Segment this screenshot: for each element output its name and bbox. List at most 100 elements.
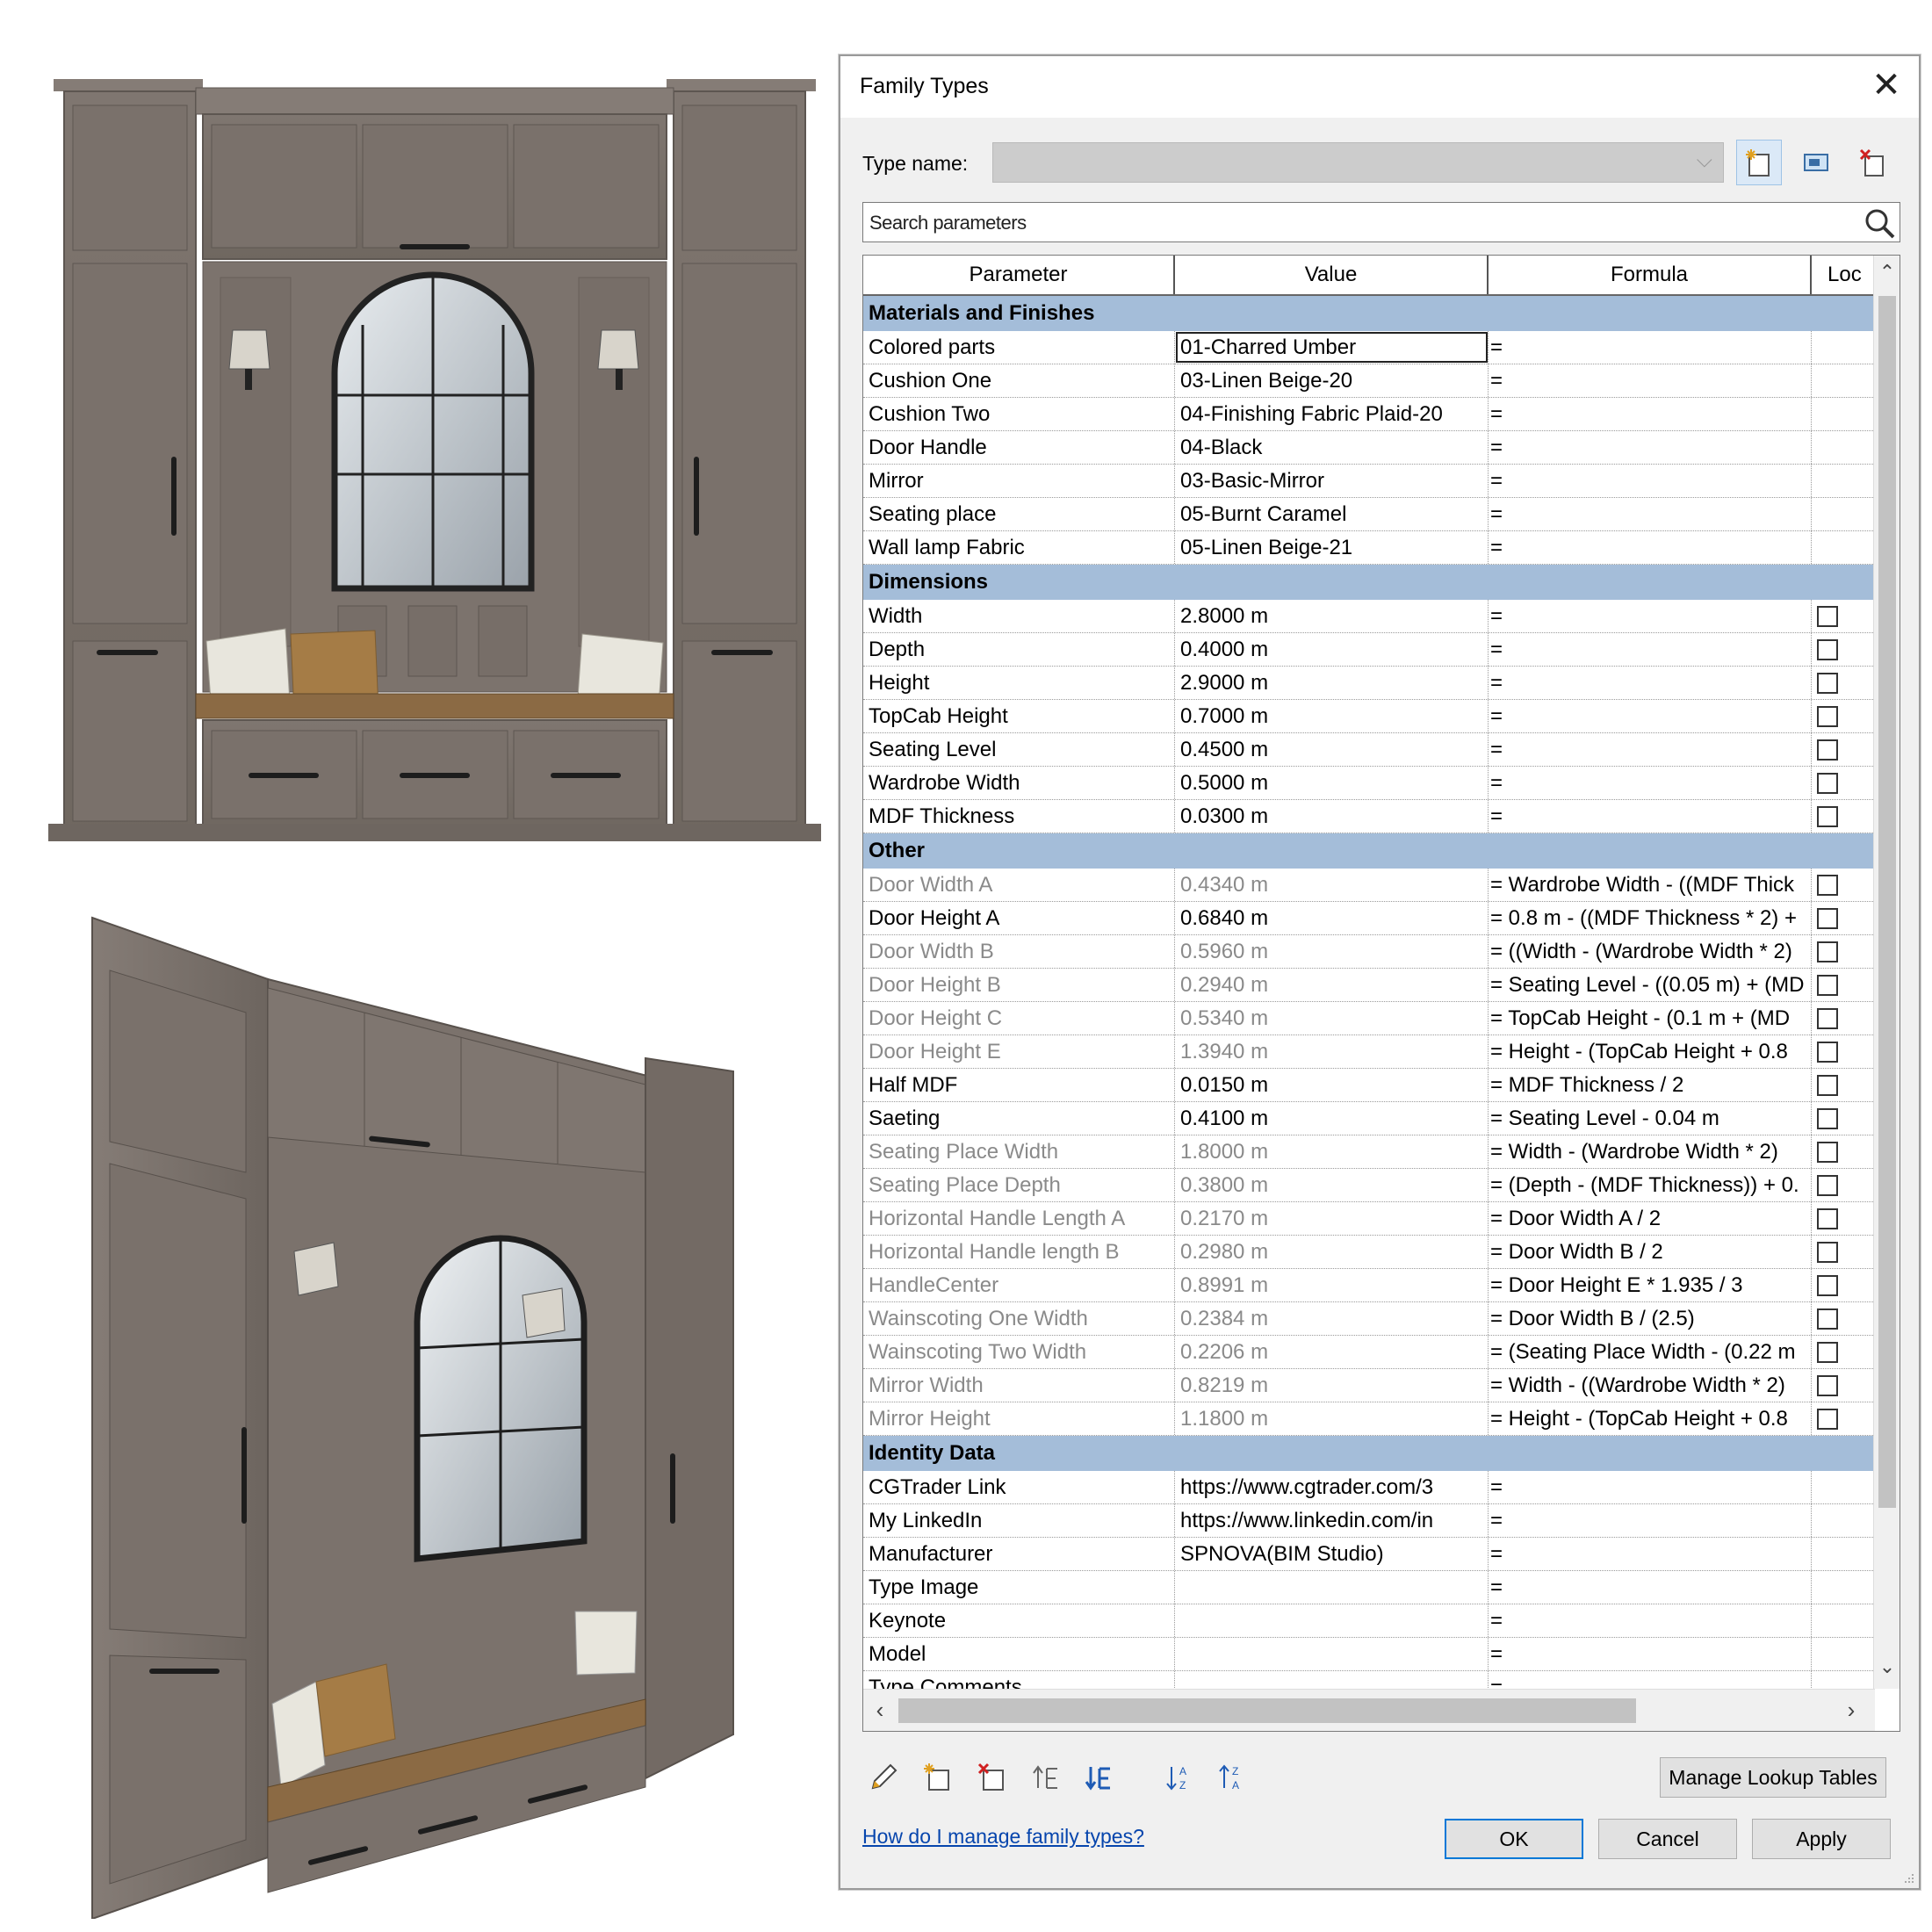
- parameter-formula[interactable]: = Door Height E * 1.935 / 3: [1489, 1269, 1812, 1301]
- new-type-icon[interactable]: [1736, 140, 1782, 185]
- parameter-value[interactable]: 0.4100 m: [1175, 1102, 1489, 1135]
- sort-ascending-icon[interactable]: AZ: [1159, 1756, 1201, 1799]
- lock-checkbox[interactable]: [1817, 1409, 1838, 1430]
- parameter-value[interactable]: 1.1800 m: [1175, 1402, 1489, 1435]
- parameter-formula[interactable]: =: [1489, 1638, 1812, 1670]
- parameter-value[interactable]: 0.4000 m: [1175, 633, 1489, 666]
- section-header[interactable]: Materials and Finishes: [863, 296, 1875, 331]
- parameter-row[interactable]: Wardrobe Width 0.5000 m =: [863, 767, 1875, 800]
- lock-checkbox[interactable]: [1817, 875, 1838, 896]
- parameter-row[interactable]: Seating Place Depth 0.3800 m = (Depth - (M…: [863, 1169, 1875, 1202]
- lock-checkbox[interactable]: [1817, 1375, 1838, 1396]
- parameter-value[interactable]: 0.6840 m: [1175, 902, 1489, 934]
- parameter-value[interactable]: 0.5000 m: [1175, 767, 1489, 799]
- parameter-row[interactable]: HandleCenter 0.8991 m = Door Height E * 1.…: [863, 1269, 1875, 1302]
- parameter-row[interactable]: Width 2.8000 m =: [863, 600, 1875, 633]
- parameter-value[interactable]: 0.5960 m: [1175, 935, 1489, 968]
- parameter-row[interactable]: My LinkedIn https://www.linkedin.com/in =: [863, 1504, 1875, 1538]
- scroll-right-icon[interactable]: ›: [1838, 1697, 1864, 1723]
- parameter-formula[interactable]: = MDF Thickness / 2: [1489, 1069, 1812, 1101]
- parameter-row[interactable]: Horizontal Handle length B 0.2980 m = Door…: [863, 1236, 1875, 1269]
- parameter-formula[interactable]: =: [1489, 800, 1812, 833]
- parameter-value[interactable]: 0.2170 m: [1175, 1202, 1489, 1235]
- parameter-value[interactable]: 0.8991 m: [1175, 1269, 1489, 1301]
- parameter-row[interactable]: Door Height A 0.6840 m = 0.8 m - ((MDF Thi…: [863, 902, 1875, 935]
- close-icon[interactable]: ✕: [1866, 65, 1907, 105]
- parameter-formula[interactable]: = (Seating Place Width - (0.22 m: [1489, 1336, 1812, 1368]
- lock-checkbox[interactable]: [1817, 908, 1838, 929]
- help-link[interactable]: How do I manage family types?: [862, 1825, 1144, 1849]
- parameter-value[interactable]: 0.7000 m: [1175, 700, 1489, 732]
- parameter-row[interactable]: Manufacturer SPNOVA(BIM Studio) =: [863, 1538, 1875, 1571]
- parameter-formula[interactable]: = Door Width A / 2: [1489, 1202, 1812, 1235]
- parameter-row[interactable]: Door Height C 0.5340 m = TopCab Height - (…: [863, 1002, 1875, 1035]
- parameter-formula[interactable]: = Seating Level - ((0.05 m) + (MD: [1489, 969, 1812, 1001]
- parameter-value[interactable]: 0.2980 m: [1175, 1236, 1489, 1268]
- parameter-formula[interactable]: = (Depth - (MDF Thickness)) + 0.: [1489, 1169, 1812, 1201]
- parameter-value[interactable]: 1.3940 m: [1175, 1035, 1489, 1068]
- parameter-formula[interactable]: = Height - (TopCab Height + 0.8: [1489, 1035, 1812, 1068]
- vertical-scroll-thumb[interactable]: [1878, 296, 1896, 1508]
- parameter-value[interactable]: 05-Burnt Caramel: [1175, 498, 1489, 530]
- parameter-row[interactable]: Height 2.9000 m =: [863, 667, 1875, 700]
- lock-checkbox[interactable]: [1817, 1108, 1838, 1129]
- lock-checkbox[interactable]: [1817, 1242, 1838, 1263]
- parameter-formula[interactable]: =: [1489, 364, 1812, 397]
- parameter-row[interactable]: Wainscoting Two Width 0.2206 m = (Seating …: [863, 1336, 1875, 1369]
- search-parameters-input[interactable]: Search parameters: [862, 202, 1900, 242]
- search-icon[interactable]: [1863, 206, 1896, 240]
- section-header[interactable]: Identity Data: [863, 1436, 1875, 1471]
- parameter-value[interactable]: 03-Linen Beige-20: [1175, 364, 1489, 397]
- edit-parameter-icon[interactable]: [862, 1756, 905, 1799]
- lock-checkbox[interactable]: [1817, 1075, 1838, 1096]
- parameter-formula[interactable]: = Door Width B / 2: [1489, 1236, 1812, 1268]
- parameter-row[interactable]: Door Height B 0.2940 m = Seating Level - (…: [863, 969, 1875, 1002]
- parameter-row[interactable]: Horizontal Handle Length A 0.2170 m = Door…: [863, 1202, 1875, 1236]
- parameter-row[interactable]: Door Width A 0.4340 m = Wardrobe Width - (…: [863, 869, 1875, 902]
- lock-checkbox[interactable]: [1817, 806, 1838, 827]
- type-name-dropdown[interactable]: ⌵: [992, 142, 1724, 183]
- parameter-value[interactable]: 04-Black: [1175, 431, 1489, 464]
- parameter-row[interactable]: TopCab Height 0.7000 m =: [863, 700, 1875, 733]
- section-header[interactable]: Other: [863, 833, 1875, 869]
- lock-checkbox[interactable]: [1817, 1308, 1838, 1330]
- scroll-up-icon[interactable]: ⌃: [1874, 259, 1900, 285]
- parameter-formula[interactable]: =: [1489, 633, 1812, 666]
- parameter-row[interactable]: Type Comments =: [863, 1671, 1875, 1689]
- parameter-formula[interactable]: =: [1489, 1538, 1812, 1570]
- parameter-formula[interactable]: = Height - (TopCab Height + 0.8: [1489, 1402, 1812, 1435]
- parameter-formula[interactable]: = Width - ((Wardrobe Width * 2): [1489, 1369, 1812, 1402]
- parameter-value[interactable]: 0.4500 m: [1175, 733, 1489, 766]
- parameter-formula[interactable]: =: [1489, 1604, 1812, 1637]
- parameter-row[interactable]: Mirror Width 0.8219 m = Width - ((Wardrobe…: [863, 1369, 1875, 1402]
- parameter-row[interactable]: Mirror Height 1.1800 m = Height - (TopCab …: [863, 1402, 1875, 1436]
- new-parameter-icon[interactable]: [917, 1756, 959, 1799]
- parameter-formula[interactable]: =: [1489, 1671, 1812, 1689]
- parameter-value[interactable]: 0.2206 m: [1175, 1336, 1489, 1368]
- parameter-row[interactable]: Seating place 05-Burnt Caramel =: [863, 498, 1875, 531]
- parameter-formula[interactable]: =: [1489, 1571, 1812, 1604]
- column-header-parameter[interactable]: Parameter: [863, 256, 1175, 294]
- parameter-formula[interactable]: =: [1489, 498, 1812, 530]
- parameter-formula[interactable]: =: [1489, 700, 1812, 732]
- column-header-lock[interactable]: Loc: [1812, 256, 1875, 294]
- parameter-value[interactable]: https://www.linkedin.com/in: [1175, 1504, 1489, 1537]
- parameter-value[interactable]: 0.3800 m: [1175, 1169, 1489, 1201]
- parameter-value[interactable]: 04-Finishing Fabric Plaid-20: [1175, 398, 1489, 430]
- parameter-row[interactable]: Door Height E 1.3940 m = Height - (TopCab …: [863, 1035, 1875, 1069]
- horizontal-scroll-thumb[interactable]: [898, 1698, 1636, 1723]
- parameter-row[interactable]: Seating Place Width 1.8000 m = Width - (Wa…: [863, 1135, 1875, 1169]
- parameter-value[interactable]: 2.8000 m: [1175, 600, 1489, 632]
- lock-checkbox[interactable]: [1817, 1342, 1838, 1363]
- parameter-formula[interactable]: = Width - (Wardrobe Width * 2): [1489, 1135, 1812, 1168]
- scroll-down-icon[interactable]: ⌄: [1874, 1654, 1900, 1680]
- parameter-value[interactable]: 2.9000 m: [1175, 667, 1489, 699]
- parameter-value[interactable]: 0.0300 m: [1175, 800, 1489, 833]
- parameter-formula[interactable]: = Seating Level - 0.04 m: [1489, 1102, 1812, 1135]
- parameter-row[interactable]: Type Image =: [863, 1571, 1875, 1604]
- parameter-formula[interactable]: =: [1489, 1471, 1812, 1503]
- lock-checkbox[interactable]: [1817, 639, 1838, 660]
- parameter-formula[interactable]: =: [1489, 667, 1812, 699]
- cancel-button[interactable]: Cancel: [1598, 1819, 1737, 1859]
- parameter-formula[interactable]: = Wardrobe Width - ((MDF Thick: [1489, 869, 1812, 901]
